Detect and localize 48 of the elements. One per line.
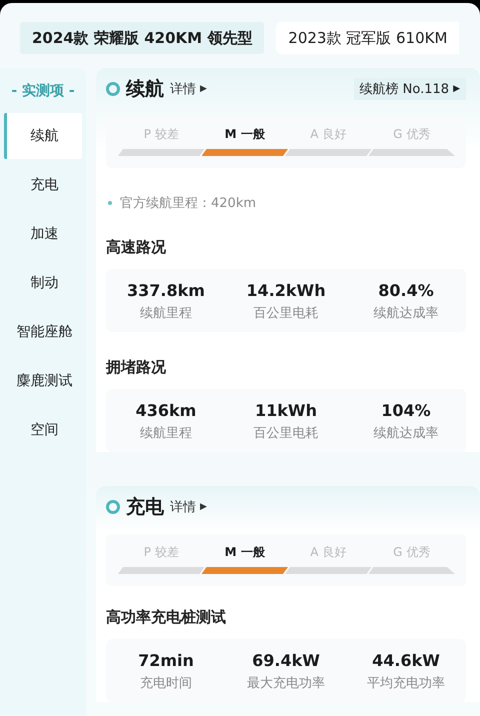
group-title: 高速路况 (106, 238, 167, 257)
rating-label: A 良好 (310, 544, 346, 561)
group-title: 高功率充电桩测试 (106, 608, 227, 627)
official-range-note: 官方续航里程：420km (120, 195, 256, 212)
stat-label: 平均充电功率 (367, 675, 445, 692)
bullet-icon (108, 201, 112, 205)
stat-value: 104% (381, 401, 431, 420)
sidebar-header: - 实测项 - (10, 82, 76, 101)
stat-label: 续航里程 (140, 425, 192, 442)
sidebar-item[interactable]: 续航 (4, 113, 82, 159)
car-model-tab[interactable]: 2023款 冠军版 610KM (276, 22, 460, 54)
car-model-tab[interactable]: 2024款 荣耀版 420KM 领先型 (20, 22, 264, 54)
sidebar-item[interactable]: 空间 (4, 407, 82, 453)
section-title: 续航 (126, 77, 164, 102)
rating-label: M 一般 (224, 126, 265, 143)
stat-value: 11kWh (255, 401, 317, 420)
stat-label: 续航里程 (140, 305, 192, 322)
stat-value: 72min (138, 651, 194, 670)
rating-label: G 优秀 (393, 544, 430, 561)
stat-label: 续航达成率 (374, 305, 438, 322)
ranking-button[interactable]: 续航榜 No.118 ▶ (354, 78, 466, 100)
sidebar-item[interactable]: 充电 (4, 162, 82, 208)
stat-label: 百公里电耗 (254, 305, 318, 322)
ring-icon (106, 500, 120, 514)
sidebar-item[interactable]: 智能座舱 (4, 309, 82, 355)
sidebar-item[interactable]: 麋鹿测试 (4, 358, 82, 404)
stat-value: 14.2kWh (246, 281, 326, 300)
rating-label: P 较差 (144, 544, 179, 561)
stat-label: 续航达成率 (374, 425, 438, 442)
ring-icon (106, 82, 120, 96)
sidebar-item[interactable]: 加速 (4, 211, 82, 257)
stat-value: 80.4% (378, 281, 434, 300)
sidebar-item[interactable]: 制动 (4, 260, 82, 306)
detail-link[interactable]: 详情 ▶ (170, 498, 207, 516)
stat-value: 69.4kW (252, 651, 320, 670)
section-title: 充电 (126, 495, 164, 520)
stat-value: 44.6kW (372, 651, 440, 670)
rating-label: G 优秀 (393, 126, 430, 143)
stat-label: 最大充电功率 (247, 675, 325, 692)
group-title: 拥堵路况 (106, 358, 167, 377)
detail-link[interactable]: 详情 ▶ (170, 80, 207, 98)
rating-label: A 良好 (310, 126, 346, 143)
rating-label: M 一般 (224, 544, 265, 561)
stat-label: 百公里电耗 (254, 425, 318, 442)
stat-value: 337.8km (127, 281, 205, 300)
stat-label: 充电时间 (140, 675, 192, 692)
rating-label: P 较差 (144, 126, 179, 143)
stat-value: 436km (136, 401, 196, 420)
